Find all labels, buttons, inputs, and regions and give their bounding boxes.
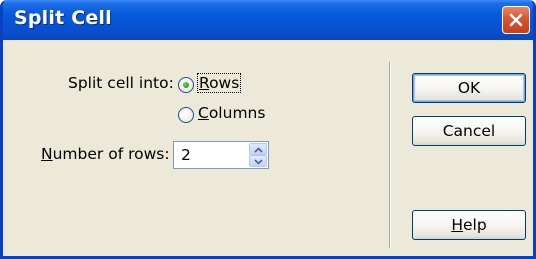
number-label-rest: umber of rows:: [52, 145, 170, 163]
ok-button[interactable]: OK: [412, 73, 526, 103]
chevron-down-icon: [254, 159, 263, 165]
rows-mnemonic: R: [199, 74, 210, 92]
title-bar[interactable]: Split Cell: [3, 0, 533, 40]
number-mnemonic: N: [41, 145, 53, 163]
spin-buttons: [249, 143, 267, 167]
help-label-rest: elp: [462, 216, 487, 234]
chevron-up-icon: [254, 147, 263, 153]
rows-radio[interactable]: [178, 77, 194, 93]
close-button[interactable]: [502, 6, 530, 34]
focus-indicator: Rows: [196, 73, 242, 93]
number-of-rows-value[interactable]: 2: [181, 146, 191, 164]
split-cell-dialog: Split Cell Split cell into: Rows Columns…: [0, 0, 536, 259]
vertical-divider: [389, 62, 390, 248]
columns-label-rest: olumns: [208, 104, 266, 122]
columns-radio-label[interactable]: Columns: [198, 104, 265, 122]
cancel-button[interactable]: Cancel: [412, 116, 526, 146]
rows-label-rest: ows: [209, 74, 240, 92]
split-cell-into-label: Split cell into:: [68, 74, 174, 92]
spin-up-button[interactable]: [249, 143, 267, 155]
dialog-title: Split Cell: [14, 7, 112, 29]
rows-radio-label[interactable]: Rows: [196, 73, 242, 93]
number-of-rows-stepper[interactable]: 2: [173, 141, 269, 169]
columns-mnemonic: C: [198, 104, 209, 122]
close-icon: [509, 13, 523, 27]
columns-radio[interactable]: [178, 107, 194, 123]
help-button[interactable]: Help: [412, 210, 526, 240]
spin-down-button[interactable]: [249, 155, 267, 167]
help-mnemonic: H: [451, 216, 463, 234]
number-of-rows-label: Number of rows:: [41, 145, 170, 163]
radio-selected-dot: [183, 82, 189, 88]
